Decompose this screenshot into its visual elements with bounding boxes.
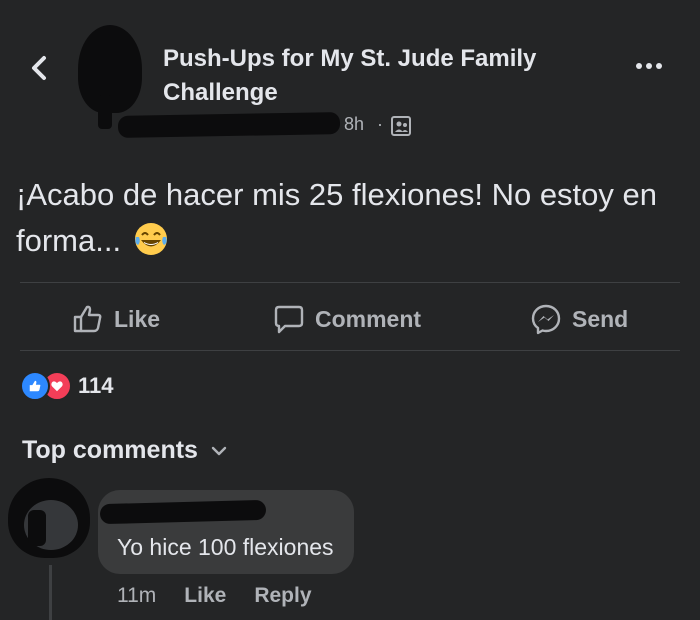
comment-like-button[interactable]: Like — [184, 584, 226, 608]
redacted-avatar-mark — [28, 510, 46, 546]
post-time: 8h — [344, 114, 365, 134]
laughing-emoji-icon — [135, 223, 168, 255]
more-options-button[interactable] — [636, 56, 676, 76]
members-privacy-icon — [391, 116, 411, 136]
reactions-summary[interactable]: 114 — [20, 371, 114, 401]
more-dot-icon — [636, 63, 642, 69]
like-label: Like — [114, 305, 161, 332]
comment-reply-button[interactable]: Reply — [254, 584, 311, 608]
thumbs-up-icon — [73, 305, 102, 333]
comment-icon — [274, 305, 304, 334]
comment-sort-dropdown[interactable]: Top comments — [22, 436, 230, 465]
post-text-content: ¡Acabo de hacer mis 25 flexiones! No est… — [16, 177, 658, 258]
like-reaction-icon — [20, 371, 50, 401]
chevron-down-icon — [211, 446, 227, 455]
like-button[interactable]: Like — [72, 300, 160, 338]
send-button[interactable]: Send — [530, 300, 628, 338]
comment-meta: 11m Like Reply — [117, 584, 340, 608]
divider — [20, 350, 680, 351]
meta-separator: · — [377, 114, 383, 134]
reaction-count: 114 — [78, 373, 114, 398]
post-text: ¡Acabo de hacer mis 25 flexiones! No est… — [16, 172, 696, 264]
redacted-author — [117, 112, 341, 138]
comment-text: Yo hice 100 flexiones — [117, 534, 334, 560]
group-avatar[interactable] — [78, 25, 142, 129]
back-button[interactable] — [22, 50, 58, 86]
comment-label: Comment — [315, 305, 422, 332]
more-dot-icon — [656, 63, 662, 69]
messenger-icon — [531, 304, 561, 335]
top-comments-label: Top comments — [22, 436, 198, 464]
group-name[interactable]: Push-Ups for My St. Jude Family Challeng… — [163, 42, 583, 110]
comment-time: 11m — [117, 584, 157, 607]
divider — [20, 282, 680, 283]
chevron-left-icon — [32, 56, 46, 80]
comment-button[interactable]: Comment — [273, 300, 421, 338]
thread-line — [49, 565, 52, 620]
send-label: Send — [572, 305, 629, 332]
more-dot-icon — [646, 63, 652, 69]
